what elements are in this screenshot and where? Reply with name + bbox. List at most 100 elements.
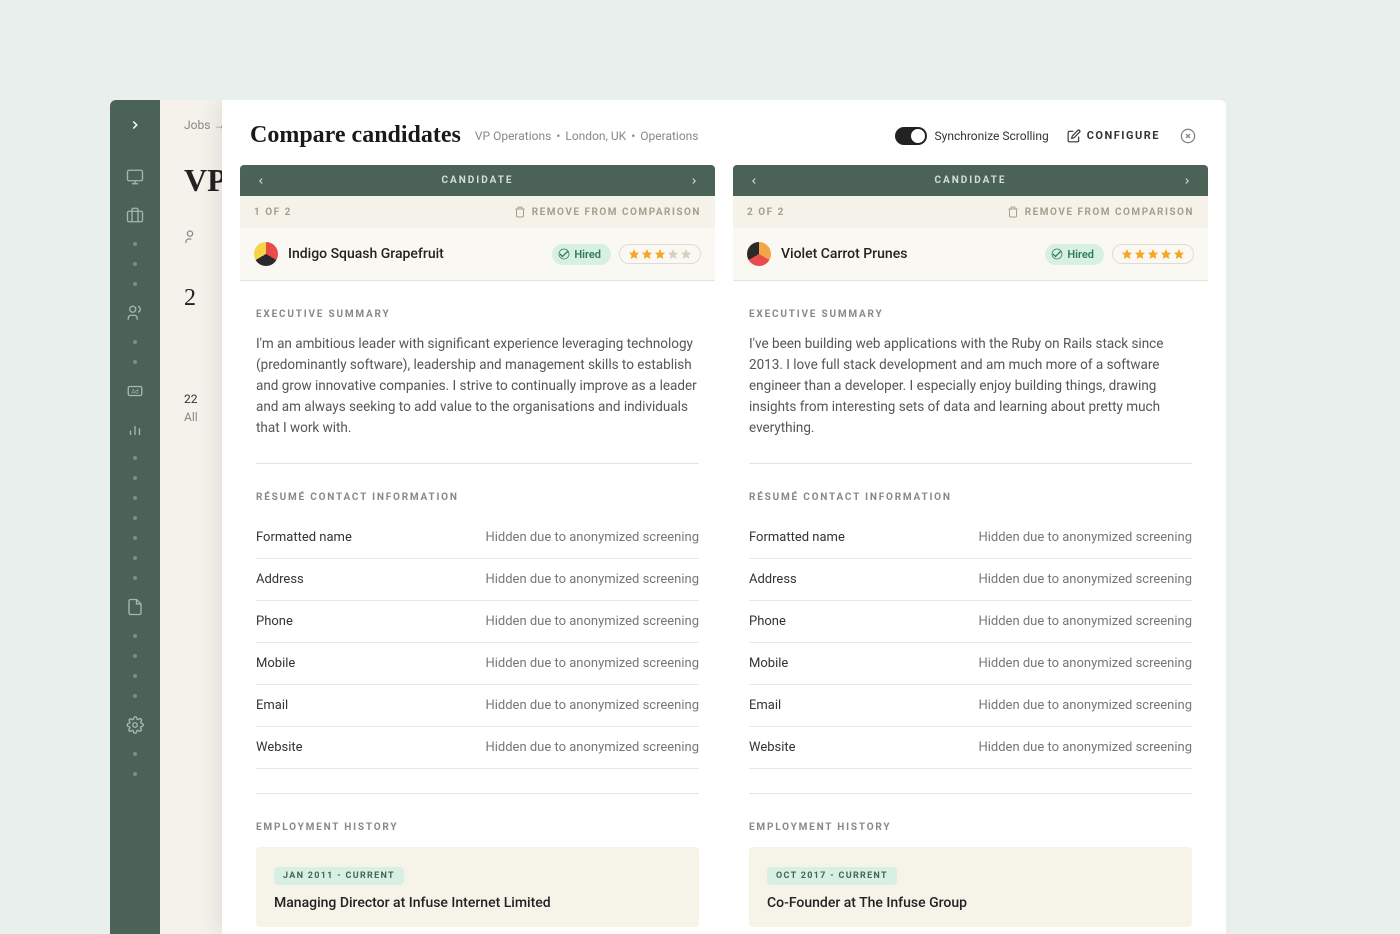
contact-row: Address Hidden due to anonymized screeni… <box>749 559 1192 601</box>
contact-label: Email <box>749 698 781 713</box>
contact-label: Website <box>749 740 796 755</box>
avatar <box>747 242 771 266</box>
candidate-name[interactable]: Violet Carrot Prunes <box>781 246 907 262</box>
employment-dates: Oct 2017 - Current <box>767 867 897 885</box>
ad-icon[interactable]: Ad <box>126 382 144 400</box>
candidate-column: Candidate 2 of 2 Remove from comparison … <box>733 165 1208 934</box>
column-subheader: 2 of 2 Remove from comparison <box>733 196 1208 228</box>
position-label: 1 of 2 <box>254 207 292 218</box>
employment-title: Managing Director at Infuse Internet Lim… <box>274 895 681 911</box>
position-label: 2 of 2 <box>747 207 785 218</box>
breadcrumb-jobs[interactable]: Jobs <box>184 118 210 132</box>
document-icon[interactable] <box>126 598 144 616</box>
sync-scroll-toggle[interactable]: Synchronize Scrolling <box>895 127 1049 145</box>
next-candidate-button[interactable] <box>685 176 703 186</box>
contact-row: Website Hidden due to anonymized screeni… <box>256 727 699 769</box>
close-icon <box>1180 128 1196 144</box>
remove-label: Remove from comparison <box>532 207 701 218</box>
remove-from-comparison-button[interactable]: Remove from comparison <box>1007 206 1194 218</box>
sidebar-dot <box>133 340 137 344</box>
modal-meta: VP Operations•London, UK•Operations <box>475 129 699 143</box>
contact-value: Hidden due to anonymized screening <box>485 530 699 545</box>
sidebar-dot <box>133 282 137 286</box>
status-badge: Hired <box>552 244 611 265</box>
contact-label: Address <box>749 572 797 587</box>
sidebar-dot <box>133 694 137 698</box>
candidate-column: Candidate 1 of 2 Remove from comparison … <box>240 165 715 934</box>
close-button[interactable] <box>1178 126 1198 146</box>
contact-row: Phone Hidden due to anonymized screening <box>749 601 1192 643</box>
contact-row: Formatted name Hidden due to anonymized … <box>749 517 1192 559</box>
executive-summary-text: I'm an ambitious leader with significant… <box>256 334 699 439</box>
column-header-label: Candidate <box>934 175 1006 186</box>
contact-value: Hidden due to anonymized screening <box>485 740 699 755</box>
remove-from-comparison-button[interactable]: Remove from comparison <box>514 206 701 218</box>
sidebar-expand-button[interactable] <box>122 112 148 138</box>
divider <box>749 793 1192 794</box>
candidate-name[interactable]: Indigo Squash Grapefruit <box>288 246 444 262</box>
divider <box>256 463 699 464</box>
sidebar-dot <box>133 576 137 580</box>
gear-icon[interactable] <box>126 716 144 734</box>
employment-dates: Jan 2011 - Current <box>274 867 404 885</box>
employment-card: Oct 2017 - Current Co-Founder at The Inf… <box>749 847 1192 927</box>
contact-value: Hidden due to anonymized screening <box>485 572 699 587</box>
employment-card: Jan 2011 - Current Managing Director at … <box>256 847 699 927</box>
check-icon <box>558 248 570 260</box>
contact-label: Mobile <box>749 656 788 671</box>
contact-row: Address Hidden due to anonymized screeni… <box>256 559 699 601</box>
trash-icon <box>1007 206 1019 218</box>
candidate-header-row: Indigo Squash Grapefruit Hired <box>240 228 715 281</box>
column-subheader: 1 of 2 Remove from comparison <box>240 196 715 228</box>
configure-label: Configure <box>1087 129 1160 142</box>
sidebar-dot <box>133 262 137 266</box>
sidebar-dot <box>133 476 137 480</box>
sidebar-dot <box>133 536 137 540</box>
divider <box>256 793 699 794</box>
star-rating[interactable] <box>619 244 701 264</box>
sidebar-dot <box>133 752 137 756</box>
contact-value: Hidden due to anonymized screening <box>485 656 699 671</box>
comparison-columns: Candidate 1 of 2 Remove from comparison … <box>222 165 1226 934</box>
briefcase-icon[interactable] <box>126 206 144 224</box>
toggle-switch[interactable] <box>895 127 927 145</box>
sidebar-dot <box>133 674 137 678</box>
contact-row: Mobile Hidden due to anonymized screenin… <box>256 643 699 685</box>
configure-button[interactable]: Configure <box>1067 129 1160 143</box>
contact-label: Address <box>256 572 304 587</box>
sidebar: Ad <box>110 100 160 934</box>
main-area: Jobs → V VP 2 22 All Compare candidates … <box>160 100 1226 934</box>
contact-row: Formatted name Hidden due to anonymized … <box>256 517 699 559</box>
column-body[interactable]: Executive Summary I've been building web… <box>733 281 1208 934</box>
resume-contact-label: Résumé Contact Information <box>749 492 1192 503</box>
employment-title: Co-Founder at The Infuse Group <box>767 895 1174 911</box>
edit-icon <box>1067 129 1081 143</box>
contact-label: Mobile <box>256 656 295 671</box>
sidebar-dot <box>133 772 137 776</box>
candidate-header-row: Violet Carrot Prunes Hired <box>733 228 1208 281</box>
contact-row: Website Hidden due to anonymized screeni… <box>749 727 1192 769</box>
status-badge: Hired <box>1045 244 1104 265</box>
modal-header: Compare candidates VP Operations•London,… <box>222 100 1226 165</box>
sidebar-dot <box>133 242 137 246</box>
contact-row: Email Hidden due to anonymized screening <box>749 685 1192 727</box>
monitor-icon[interactable] <box>126 168 144 186</box>
divider <box>749 463 1192 464</box>
column-body[interactable]: Executive Summary I'm an ambitious leade… <box>240 281 715 934</box>
modal-title: Compare candidates <box>250 122 461 149</box>
contact-label: Email <box>256 698 288 713</box>
status-text: Hired <box>1067 248 1094 261</box>
contact-label: Phone <box>749 614 786 629</box>
contact-value: Hidden due to anonymized screening <box>485 698 699 713</box>
next-candidate-button[interactable] <box>1178 176 1196 186</box>
contact-value: Hidden due to anonymized screening <box>978 740 1192 755</box>
prev-candidate-button[interactable] <box>252 176 270 186</box>
chart-icon[interactable] <box>126 420 144 438</box>
contact-label: Website <box>256 740 303 755</box>
contact-label: Phone <box>256 614 293 629</box>
modal-header-actions: Synchronize Scrolling Configure <box>895 126 1198 146</box>
contact-value: Hidden due to anonymized screening <box>978 572 1192 587</box>
prev-candidate-button[interactable] <box>745 176 763 186</box>
star-rating[interactable] <box>1112 244 1194 264</box>
users-icon[interactable] <box>126 304 144 322</box>
